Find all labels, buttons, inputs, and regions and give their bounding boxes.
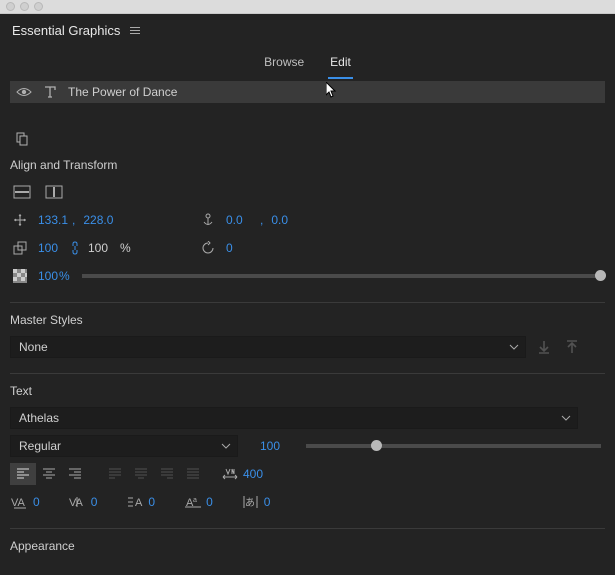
anchor-y[interactable]: 0.0 <box>271 213 305 227</box>
scale-height[interactable]: 100 <box>88 241 112 255</box>
horizontal-align-group <box>10 463 88 485</box>
tsume-value[interactable]: 0 <box>264 495 271 509</box>
justify-last-center-button <box>128 463 154 485</box>
rotate-value[interactable]: 0 <box>226 241 260 255</box>
opacity-slider[interactable] <box>82 274 601 278</box>
push-style-down-button[interactable] <box>534 336 554 358</box>
panel-title: Essential Graphics <box>12 23 120 38</box>
position-separator: , <box>72 213 75 227</box>
master-style-dropdown[interactable]: None <box>10 336 526 358</box>
font-size-slider[interactable] <box>306 444 601 448</box>
baseline-value[interactable]: 0 <box>206 495 213 509</box>
layer-row[interactable]: The Power of Dance <box>10 81 605 103</box>
justify-group <box>102 463 206 485</box>
position-x[interactable]: 133.1 <box>38 213 72 227</box>
justify-last-left-button <box>102 463 128 485</box>
kerning-value[interactable]: 0 <box>33 495 40 509</box>
anchor-x[interactable]: 0.0 <box>226 213 260 227</box>
font-family-dropdown[interactable]: Athelas <box>10 407 578 429</box>
tab-bar: Browse Edit <box>0 46 615 78</box>
opacity-value[interactable]: 100% <box>38 269 70 283</box>
align-center-button[interactable] <box>36 463 62 485</box>
leading-icon: A <box>125 495 145 509</box>
chevron-down-icon <box>221 442 231 450</box>
kerning-icon: VA <box>10 495 30 509</box>
visibility-icon[interactable] <box>16 84 32 100</box>
pin-panel-icon[interactable] <box>10 128 34 150</box>
window-titlebar <box>0 0 615 14</box>
scale-icon <box>10 241 30 255</box>
section-master-styles: Master Styles <box>10 313 605 327</box>
justify-all-button <box>180 463 206 485</box>
font-family-selected: Athelas <box>19 411 59 425</box>
baseline-icon: Aa <box>183 495 203 509</box>
anchor-separator: , <box>260 213 263 227</box>
layer-name: The Power of Dance <box>68 85 599 99</box>
panel-menu-icon[interactable] <box>130 27 140 34</box>
tsume-icon: あ <box>241 495 261 509</box>
svg-text:A: A <box>135 497 143 509</box>
kerning2-value[interactable]: 0 <box>91 495 98 509</box>
svg-text:a: a <box>193 497 197 504</box>
align-vertical-icon[interactable] <box>42 181 66 203</box>
anchor-icon <box>198 213 218 227</box>
tab-browse[interactable]: Browse <box>264 49 304 75</box>
position-icon <box>10 213 30 227</box>
opacity-icon <box>10 269 30 283</box>
align-right-button[interactable] <box>62 463 88 485</box>
align-horizontal-icon[interactable] <box>10 181 34 203</box>
justify-last-right-button <box>154 463 180 485</box>
scale-width[interactable]: 100 <box>38 241 62 255</box>
section-text: Text <box>10 384 605 398</box>
font-weight-dropdown[interactable]: Regular <box>10 435 238 457</box>
font-size[interactable]: 100 <box>260 439 294 453</box>
traffic-light-max[interactable] <box>34 2 43 11</box>
font-weight-selected: Regular <box>19 439 61 453</box>
svg-text:あ: あ <box>245 497 255 509</box>
scale-unit: % <box>120 241 131 255</box>
master-style-selected: None <box>19 340 48 354</box>
link-scale-icon[interactable] <box>70 241 80 255</box>
svg-text:VA: VA <box>11 497 26 509</box>
section-align-transform: Align and Transform <box>10 158 605 172</box>
tab-edit[interactable]: Edit <box>330 49 351 75</box>
traffic-light-close[interactable] <box>6 2 15 11</box>
kerning2-icon: VA <box>68 495 88 509</box>
panel-header: Essential Graphics <box>0 14 615 46</box>
push-style-up-button[interactable] <box>562 336 582 358</box>
rotate-icon <box>198 241 218 255</box>
tracking-value[interactable]: 400 <box>243 467 263 481</box>
leading-value[interactable]: 0 <box>148 495 155 509</box>
traffic-light-min[interactable] <box>20 2 29 11</box>
chevron-down-icon <box>509 343 519 351</box>
section-appearance: Appearance <box>10 539 605 553</box>
tracking-icon <box>220 468 240 480</box>
chevron-down-icon <box>561 414 571 422</box>
svg-text:VA: VA <box>69 497 84 509</box>
position-y[interactable]: 228.0 <box>83 213 117 227</box>
align-left-button[interactable] <box>10 463 36 485</box>
text-layer-icon <box>42 84 58 100</box>
